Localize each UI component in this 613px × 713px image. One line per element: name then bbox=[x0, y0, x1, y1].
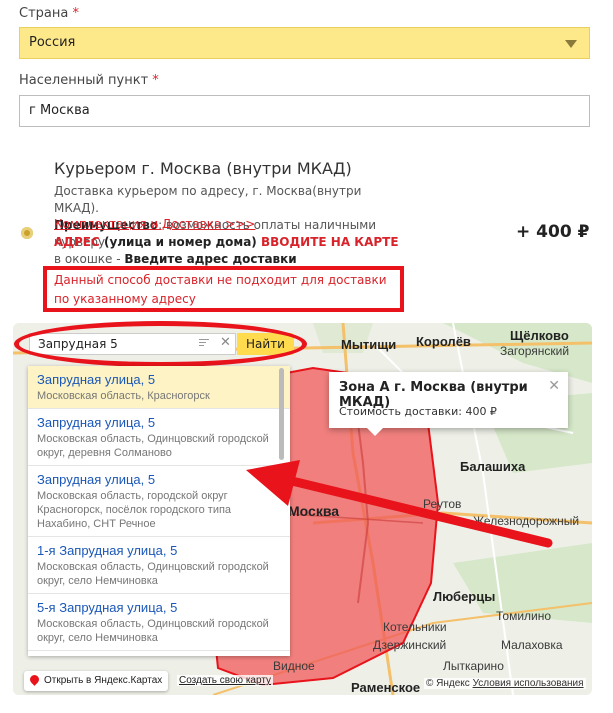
map-copyright: © Яндекс Условия использования bbox=[424, 678, 586, 689]
create-map-link[interactable]: Создать свою карту bbox=[177, 675, 274, 686]
terms-link[interactable]: Условия использования bbox=[473, 678, 584, 689]
map-pin-icon bbox=[28, 673, 41, 686]
open-in-yandex-maps-button[interactable]: Открыть в Яндекс.Картах bbox=[24, 671, 169, 691]
annotation-arrow bbox=[246, 460, 553, 548]
